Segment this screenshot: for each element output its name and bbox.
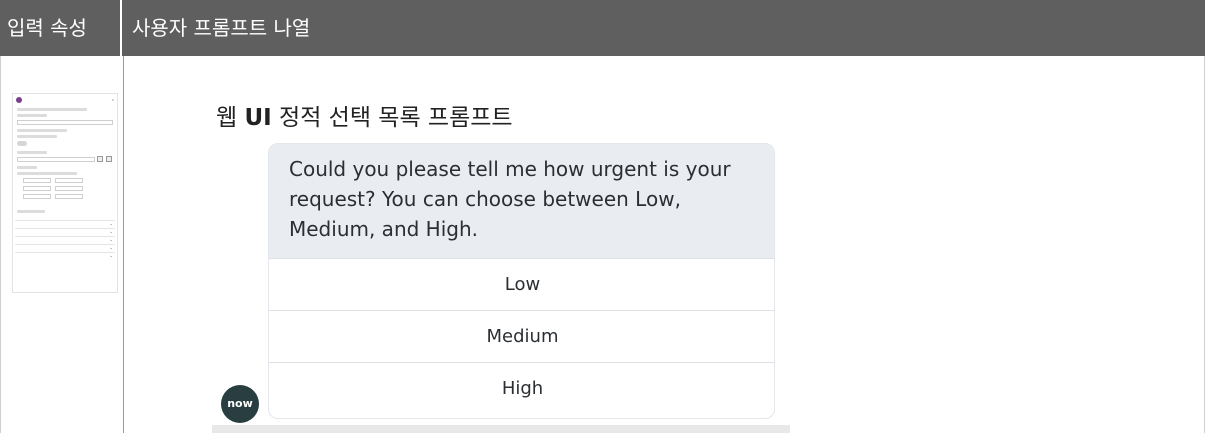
column-divider (123, 56, 124, 433)
chevron-down-icon: ⌄ (109, 221, 113, 226)
properties-form-thumbnail: × ⌄ ⌄ ⌄ ⌄ ⌄ (12, 93, 118, 293)
thumbnail-input (17, 120, 113, 125)
demo-title-bold: UI (244, 105, 272, 131)
choice-low[interactable]: Low (269, 258, 774, 310)
choice-high[interactable]: High (269, 362, 774, 414)
thumbnail-title (16, 97, 22, 103)
thumbnail-section: ⌄ (15, 252, 115, 259)
header-list-user-prompt: 사용자 프롬프트 나열 (132, 16, 311, 40)
thumbnail-input (55, 186, 83, 191)
thumbnail-input (23, 186, 51, 191)
thumbnail-line (17, 129, 67, 132)
header-input-properties: 입력 속성 (0, 0, 122, 56)
thumbnail-button (97, 156, 103, 162)
demo-title-suffix: 정적 선택 목록 프롬프트 (279, 105, 513, 131)
thumbnail-input (23, 194, 51, 199)
choice-medium[interactable]: Medium (269, 310, 774, 362)
column-border-left (0, 56, 1, 433)
thumbnail-line (17, 151, 47, 154)
thumbnail-line (17, 108, 87, 111)
page: 입력 속성 사용자 프롬프트 나열 × ⌄ ⌄ ⌄ ⌄ ⌄ 웹 UI 정적 선택… (0, 0, 1205, 433)
chevron-down-icon: ⌄ (109, 229, 113, 234)
thumbnail-input (55, 178, 83, 183)
chevron-down-icon: ⌄ (109, 237, 113, 242)
chat-input-bar (212, 425, 790, 433)
agent-message-text: Could you please tell me how urgent is y… (289, 157, 731, 241)
thumbnail-line (17, 166, 37, 169)
now-avatar: now (221, 385, 259, 423)
thumbnail-toggle (17, 141, 27, 146)
thumbnail-line (17, 114, 47, 117)
thumbnail-section: ⌄ (15, 220, 115, 227)
thumbnail-button (106, 156, 112, 162)
thumbnail-section: ⌄ (15, 244, 115, 251)
chevron-down-icon: ⌄ (109, 245, 113, 250)
chevron-down-icon: ⌄ (109, 253, 113, 258)
close-icon: × (111, 97, 114, 102)
thumbnail-section: ⌄ (15, 236, 115, 243)
thumbnail-input (55, 194, 83, 199)
header-bar: 입력 속성 사용자 프롬프트 나열 (0, 0, 1205, 56)
demo-title-prefix: 웹 (216, 105, 238, 131)
thumbnail-line (17, 172, 77, 175)
thumbnail-line (17, 210, 45, 213)
agent-message-bubble: Could you please tell me how urgent is y… (269, 144, 774, 258)
demo-title: 웹 UI 정적 선택 목록 프롬프트 (216, 98, 513, 132)
thumbnail-section: ⌄ (15, 228, 115, 235)
step-icon (16, 97, 22, 103)
thumbnail-input (23, 178, 51, 183)
thumbnail-input (17, 157, 95, 162)
thumbnail-line (17, 135, 57, 138)
chat-choice-card: Could you please tell me how urgent is y… (268, 143, 775, 419)
